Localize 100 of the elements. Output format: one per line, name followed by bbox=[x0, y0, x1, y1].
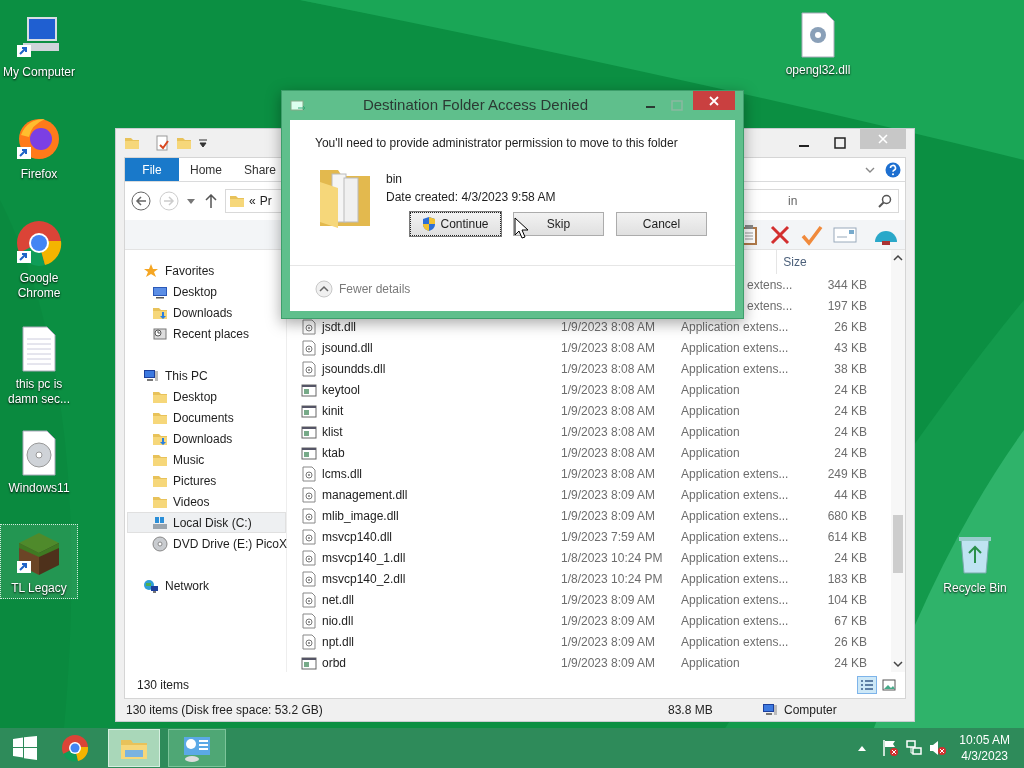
properties-icon[interactable] bbox=[154, 135, 170, 151]
file-name[interactable]: orbd bbox=[322, 653, 347, 672]
file-name[interactable]: lcms.dll bbox=[322, 464, 362, 483]
details-view-button[interactable] bbox=[857, 676, 877, 694]
desktop-icon-label[interactable]: Windows11 bbox=[8, 481, 70, 496]
settings-file-icon[interactable] bbox=[301, 612, 317, 629]
settings-file-icon[interactable] bbox=[301, 360, 317, 377]
table-cell: 183 KB bbox=[827, 571, 867, 586]
computer-icon bbox=[143, 367, 159, 384]
close-button[interactable] bbox=[693, 91, 735, 110]
table-cell: 24 KB bbox=[834, 550, 867, 565]
table-cell: 24 KB bbox=[834, 382, 867, 397]
delete-icon[interactable] bbox=[769, 223, 791, 246]
settings-file-icon[interactable] bbox=[301, 486, 317, 503]
dialog-button[interactable]: Continue bbox=[410, 212, 501, 236]
dialog-button[interactable]: Cancel bbox=[616, 212, 707, 236]
nav-item[interactable]: This PC bbox=[127, 365, 286, 386]
settings-file-icon[interactable] bbox=[301, 318, 317, 335]
scroll-down-icon[interactable] bbox=[893, 660, 903, 668]
file-name[interactable]: msvcp140.dll bbox=[322, 527, 393, 546]
application-icon[interactable] bbox=[301, 381, 317, 398]
up-icon[interactable] bbox=[205, 194, 217, 208]
nav-item[interactable]: Local Disk (C:) bbox=[127, 512, 286, 533]
envelope-icon[interactable] bbox=[833, 225, 857, 244]
nav-item[interactable]: Recent places bbox=[127, 323, 286, 344]
nav-item[interactable]: Desktop bbox=[127, 281, 286, 302]
chrome-icon[interactable] bbox=[15, 219, 63, 267]
checkmark-icon[interactable] bbox=[801, 223, 823, 246]
search-icon bbox=[878, 194, 892, 208]
settings-file-icon[interactable] bbox=[301, 633, 317, 650]
application-icon[interactable] bbox=[301, 423, 317, 440]
show-hidden-icons-icon[interactable] bbox=[857, 744, 868, 752]
application-icon[interactable] bbox=[301, 402, 317, 419]
nav-item[interactable]: Documents bbox=[127, 407, 286, 428]
nav-item[interactable]: Desktop bbox=[127, 386, 286, 407]
breadcrumb-item[interactable]: Pr bbox=[259, 192, 272, 210]
folder-icon bbox=[229, 193, 245, 209]
taskbar-button[interactable] bbox=[168, 729, 226, 767]
volume-muted-icon[interactable] bbox=[929, 739, 948, 757]
settings-file-icon[interactable] bbox=[301, 549, 317, 566]
network-icon[interactable] bbox=[905, 739, 924, 757]
desktop-icon-label[interactable]: My Computer bbox=[3, 65, 75, 80]
desktop-icon-label[interactable]: TL Legacy bbox=[11, 581, 67, 596]
desktop-icon-label[interactable]: Firefox bbox=[20, 167, 58, 182]
file-name[interactable]: klist bbox=[322, 422, 343, 441]
ribbon-tab[interactable]: Home bbox=[179, 158, 233, 181]
file-name[interactable]: mlib_image.dll bbox=[322, 506, 399, 525]
clock-time[interactable]: 10:05 AM bbox=[959, 732, 1010, 748]
application-icon[interactable] bbox=[301, 654, 317, 671]
scrollbar[interactable] bbox=[891, 250, 905, 672]
file-name[interactable]: net.dll bbox=[322, 590, 355, 609]
table-cell: 26 KB bbox=[834, 319, 867, 334]
maximize-icon[interactable] bbox=[834, 137, 846, 149]
file-name[interactable]: msvcp140_2.dll bbox=[322, 569, 406, 588]
tiles-view-button[interactable] bbox=[879, 676, 899, 694]
dropdown-icon[interactable] bbox=[187, 197, 195, 205]
nav-item[interactable]: Downloads bbox=[127, 428, 286, 449]
file-name[interactable]: ktab bbox=[322, 443, 345, 462]
clock-date[interactable]: 4/3/2023 bbox=[961, 748, 1008, 764]
back-icon[interactable] bbox=[131, 191, 151, 211]
chrome-icon bbox=[61, 734, 91, 762]
file-name[interactable]: nio.dll bbox=[322, 611, 354, 630]
file-name[interactable]: keytool bbox=[322, 380, 361, 399]
file-name[interactable]: jsound.dll bbox=[322, 338, 373, 357]
scroll-up-icon[interactable] bbox=[893, 254, 903, 262]
file-name[interactable]: jsdt.dll bbox=[322, 317, 356, 336]
dialog-button[interactable]: Skip bbox=[513, 212, 604, 236]
nav-item[interactable]: Videos bbox=[127, 491, 286, 512]
nav-item[interactable]: Favorites bbox=[127, 260, 286, 281]
caret-icon[interactable] bbox=[198, 138, 208, 148]
details-toggle[interactable]: Fewer details bbox=[315, 279, 411, 298]
flag-icon[interactable] bbox=[881, 739, 900, 757]
settings-file-icon[interactable] bbox=[301, 339, 317, 356]
settings-file-icon[interactable] bbox=[301, 591, 317, 608]
breadcrumb-chevron[interactable]: « bbox=[249, 192, 256, 210]
settings-file-icon[interactable] bbox=[301, 507, 317, 524]
file-name[interactable]: msvcp140_1.dll bbox=[322, 548, 406, 567]
settings-file-icon[interactable] bbox=[301, 465, 317, 482]
nav-item[interactable]: Music bbox=[127, 449, 286, 470]
settings-file-icon[interactable] bbox=[301, 528, 317, 545]
nav-item[interactable]: Network bbox=[127, 575, 286, 596]
nav-item[interactable]: Pictures bbox=[127, 470, 286, 491]
dialog-message: You'll need to provide administrator permission to move to this folder bbox=[314, 135, 679, 152]
table-cell: Application extens... bbox=[681, 529, 789, 544]
file-name[interactable]: npt.dll bbox=[322, 632, 355, 651]
windows-logo-icon bbox=[12, 736, 38, 760]
settings-file-icon[interactable] bbox=[301, 570, 317, 587]
ribbon-tab[interactable]: File bbox=[125, 158, 179, 181]
file-name[interactable]: jsoundds.dll bbox=[322, 359, 386, 378]
file-name[interactable]: management.dll bbox=[322, 485, 408, 504]
help-icon[interactable] bbox=[885, 161, 901, 178]
desktop-icon-label[interactable]: this pc is damn sec... bbox=[1, 377, 77, 407]
desktop-icon-label[interactable]: Google Chrome bbox=[1, 271, 77, 301]
table-cell: 680 KB bbox=[827, 508, 867, 523]
scrollbar-thumb[interactable] bbox=[893, 515, 903, 573]
nav-item[interactable]: Downloads bbox=[127, 302, 286, 323]
nav-item[interactable]: DVD Drive (E:) PicoX bbox=[127, 533, 286, 554]
table-cell: 67 KB bbox=[834, 613, 867, 628]
application-icon[interactable] bbox=[301, 444, 317, 461]
file-name[interactable]: kinit bbox=[322, 401, 344, 420]
